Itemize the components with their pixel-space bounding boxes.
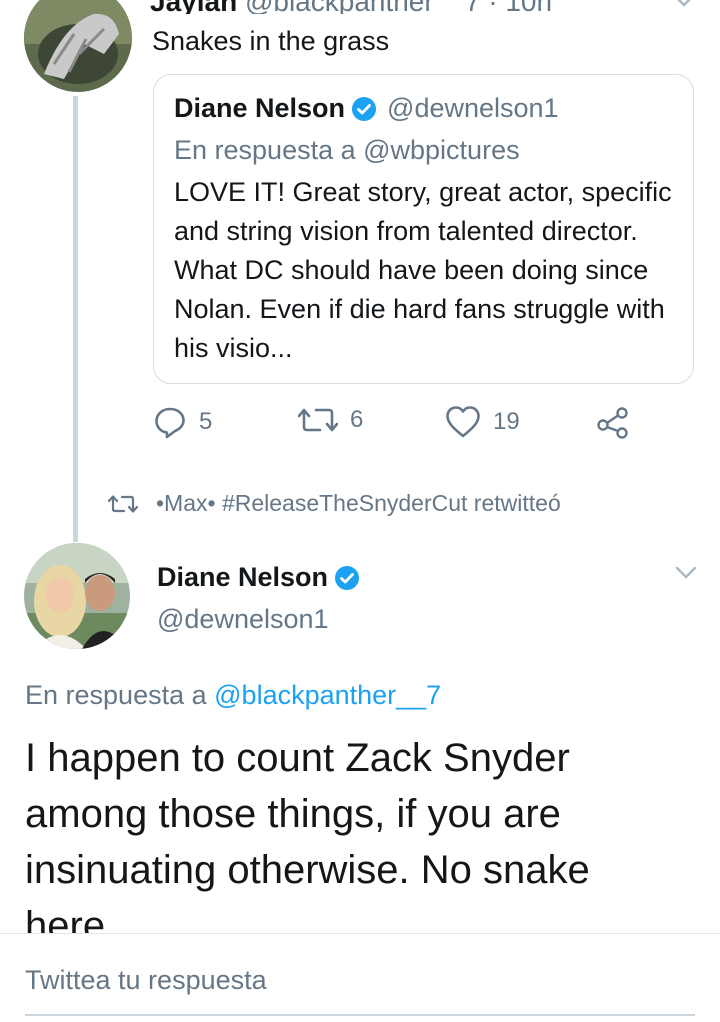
compose-divider	[0, 933, 720, 934]
reply-compose-input[interactable]: Twittea tu respuesta	[25, 965, 267, 996]
retweet-count: 6	[350, 406, 364, 433]
like-action[interactable]: 19	[445, 405, 520, 439]
main-tweet-text-container: I happen to count Zack Snyder among thos…	[25, 730, 695, 933]
chevron-down-icon	[675, 566, 697, 579]
chevron-down-icon	[677, 0, 691, 7]
quoted-tweet-reply-context: En respuesta a @wbpictures	[174, 135, 520, 165]
tweet-action-bar: 5 6 19	[153, 405, 643, 449]
quoted-tweet-name: Diane Nelson	[174, 93, 346, 123]
top-tweet-text: Snakes in the grass	[152, 26, 390, 56]
verified-badge-icon	[351, 96, 377, 122]
verified-badge-icon	[334, 565, 360, 591]
top-tweet-time: 10h	[505, 0, 552, 14]
reply-context-prefix: En respuesta a	[25, 680, 207, 710]
reply-icon	[155, 407, 185, 439]
retweet-attribution-text: •Max• #ReleaseTheSnyderCut retwitteó	[156, 490, 561, 516]
main-tweet-handle[interactable]: @dewnelson1	[157, 604, 329, 635]
reply-context-link[interactable]: @blackpanther__7	[214, 680, 441, 710]
retweet-attribution[interactable]: •Max• #ReleaseTheSnyderCut retwitteó	[108, 490, 561, 517]
main-tweet-name: Diane Nelson	[157, 562, 329, 592]
share-icon	[597, 407, 628, 439]
quoted-tweet-body: LOVE IT! Great story, great actor, speci…	[174, 177, 672, 363]
top-tweet-avatar[interactable]	[24, 0, 132, 92]
top-tweet-handle: @blackpanther__7	[245, 0, 480, 14]
top-tweet-name[interactable]: Jaylan	[150, 0, 237, 14]
top-tweet-more-chevron[interactable]	[672, 0, 696, 13]
quoted-tweet-handle: @dewnelson1	[387, 93, 559, 123]
thread-connector-line	[73, 96, 78, 542]
main-tweet-name-row[interactable]: Diane Nelson	[157, 562, 360, 593]
main-tweet-avatar[interactable]	[24, 543, 130, 649]
heart-icon	[446, 406, 480, 438]
top-tweet-header: Jaylan @blackpanther__7 · 10h	[150, 0, 650, 14]
retweet-icon	[108, 494, 138, 513]
retweet-icon	[298, 408, 338, 432]
quoted-tweet-card[interactable]: Diane Nelson @dewnelson1 En respuesta a …	[153, 74, 694, 384]
quoted-tweet-header: Diane Nelson @dewnelson1	[174, 93, 559, 124]
share-action[interactable]	[596, 405, 630, 439]
main-tweet-text: I happen to count Zack Snyder among thos…	[25, 736, 590, 933]
reply-count: 5	[199, 408, 213, 435]
main-tweet-more-chevron[interactable]	[674, 566, 698, 585]
reply-action[interactable]: 5	[153, 405, 212, 439]
retweet-action[interactable]: 6	[298, 405, 363, 435]
main-tweet-reply-context: En respuesta a @blackpanther__7	[25, 680, 441, 711]
compose-underline	[25, 1014, 695, 1016]
like-count: 19	[493, 408, 520, 435]
